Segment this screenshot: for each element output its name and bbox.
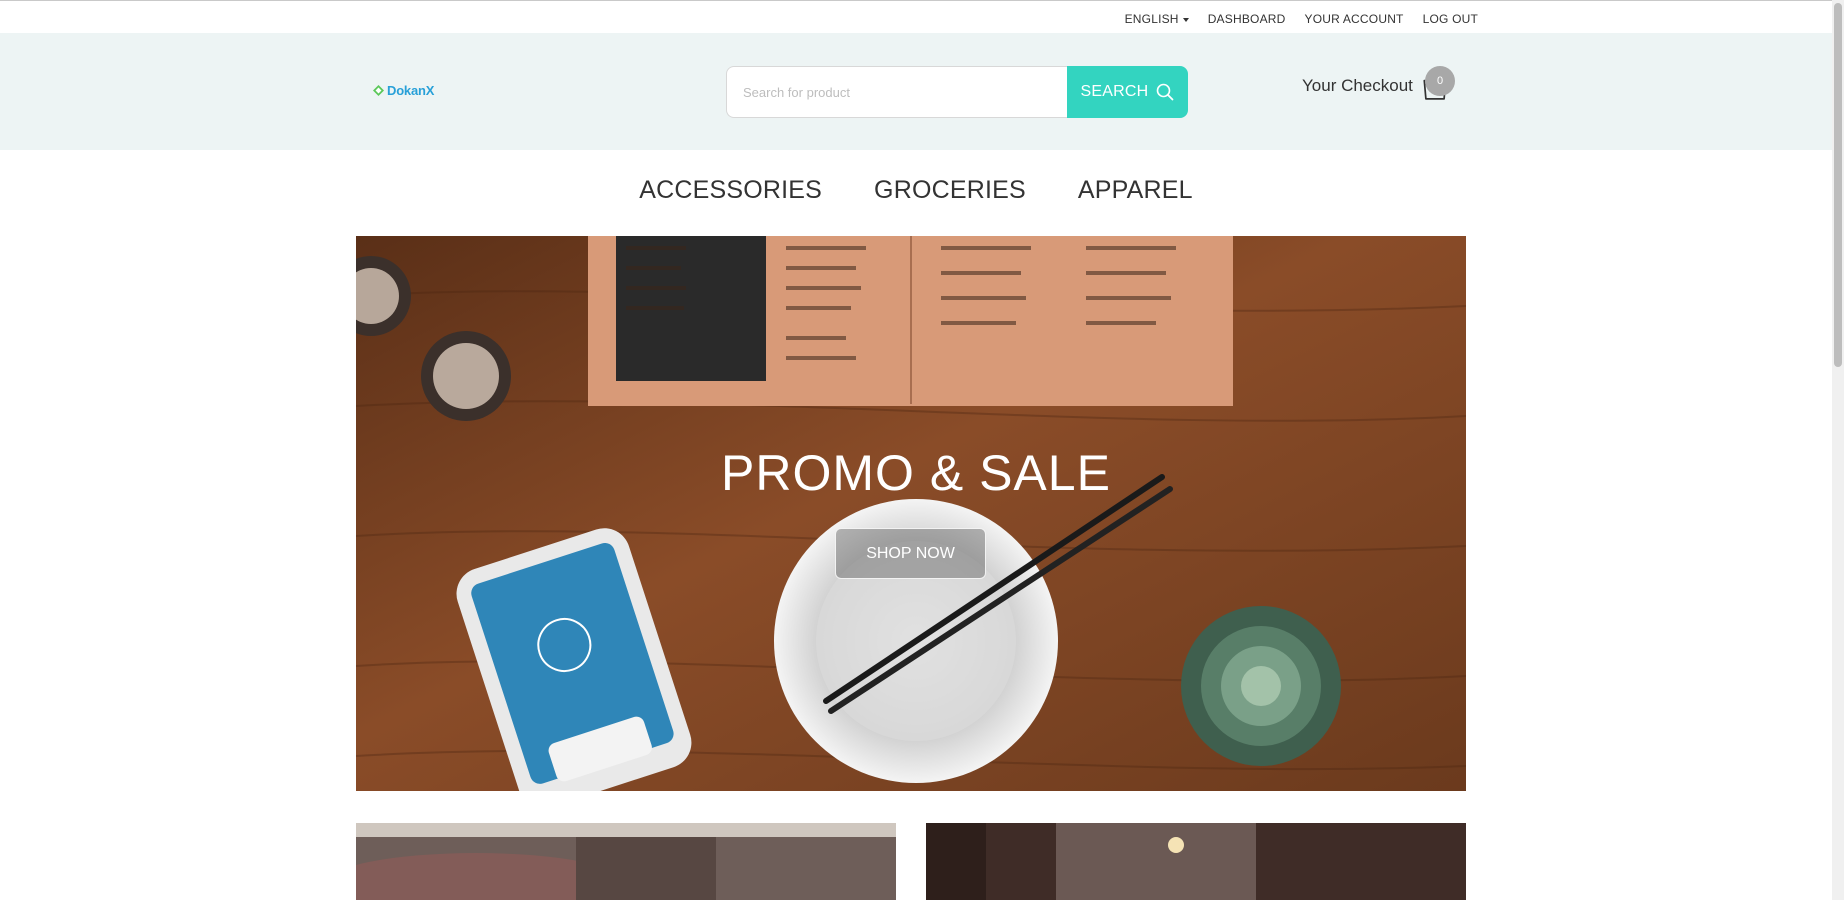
hero-background-image (356, 236, 1466, 791)
search-bar: SEARCH (726, 66, 1188, 118)
search-button-label: SEARCH (1080, 83, 1149, 100)
top-links: ENGLISH DASHBOARD YOUR ACCOUNT LOG OUT (1125, 12, 1478, 26)
promo-tile-left[interactable] (356, 823, 896, 900)
checkout-label: Your Checkout (1302, 76, 1413, 95)
logout-link[interactable]: LOG OUT (1423, 12, 1478, 26)
cart-count-badge: 0 (1425, 66, 1455, 96)
language-selector[interactable]: ENGLISH (1125, 12, 1189, 26)
scrollbar-thumb[interactable] (1834, 3, 1842, 367)
hero-banner (356, 236, 1466, 791)
promo-tile-right-image (926, 823, 1466, 900)
search-icon (1157, 83, 1174, 101)
promo-tile-left-image (356, 823, 896, 900)
dashboard-link[interactable]: DASHBOARD (1208, 12, 1286, 26)
category-nav: ACCESSORIES GROCERIES APPAREL (0, 176, 1832, 205)
category-groceries[interactable]: GROCERIES (874, 176, 1026, 205)
site-header: DokanX SEARCH Your Checkout 0 (0, 33, 1832, 150)
search-input[interactable] (726, 66, 1067, 118)
account-link[interactable]: YOUR ACCOUNT (1305, 12, 1404, 26)
shop-now-button[interactable]: SHOP NOW (835, 528, 986, 579)
logo-diamond-icon (373, 85, 384, 96)
promo-tile-right[interactable] (926, 823, 1466, 900)
category-apparel[interactable]: APPAREL (1078, 176, 1193, 205)
search-button[interactable]: SEARCH (1067, 66, 1188, 118)
category-accessories[interactable]: ACCESSORIES (639, 176, 822, 205)
chevron-down-icon (1182, 17, 1189, 22)
hero-title: PROMO & SALE (721, 445, 1111, 501)
logo[interactable]: DokanX (373, 83, 434, 98)
page-scrollbar[interactable] (1832, 0, 1844, 900)
top-bar: ENGLISH DASHBOARD YOUR ACCOUNT LOG OUT (0, 1, 1832, 33)
logo-text: DokanX (387, 83, 435, 98)
